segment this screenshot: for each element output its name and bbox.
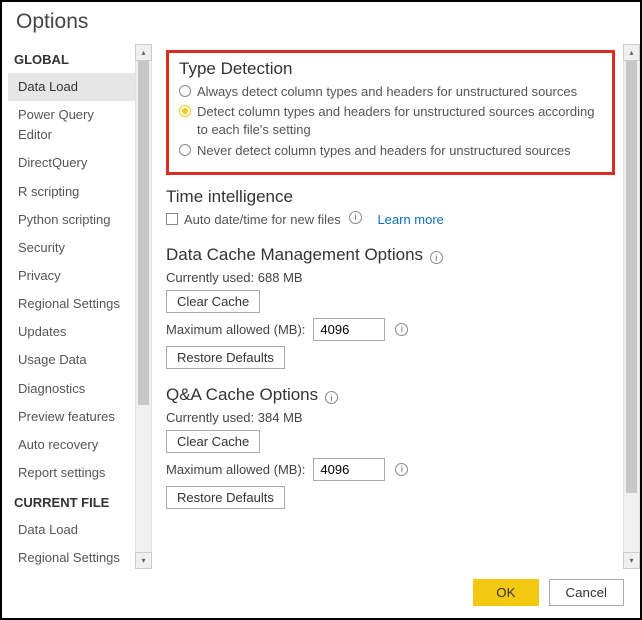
learn-more-link[interactable]: Learn more bbox=[377, 211, 443, 229]
cancel-button[interactable]: Cancel bbox=[549, 579, 625, 606]
sidebar-item-regional-settings[interactable]: Regional Settings bbox=[8, 290, 135, 318]
sidebar-item-privacy[interactable]: Privacy bbox=[8, 262, 135, 290]
data-cache-max-input[interactable] bbox=[313, 318, 385, 341]
sidebar-item-diagnostics[interactable]: Diagnostics bbox=[8, 375, 135, 403]
scroll-down-icon[interactable]: ▾ bbox=[135, 552, 152, 569]
type-detection-always-row[interactable]: Always detect column types and headers f… bbox=[179, 83, 602, 101]
sidebar: GLOBAL Data Load Power Query Editor Dire… bbox=[2, 44, 152, 569]
ok-button[interactable]: OK bbox=[473, 579, 538, 606]
section-header-global: GLOBAL bbox=[8, 44, 135, 73]
info-icon[interactable]: i bbox=[349, 211, 362, 224]
highlight-type-detection: Type Detection Always detect column type… bbox=[166, 50, 615, 175]
sidebar-item-label: Auto recovery bbox=[18, 437, 98, 452]
auto-date-time-row[interactable]: Auto date/time for new files i Learn mor… bbox=[166, 211, 615, 229]
sidebar-item-label: Privacy bbox=[18, 268, 61, 283]
section-title-data-cache: Data Cache Management Options i bbox=[166, 245, 615, 265]
section-title-text: Q&A Cache Options bbox=[166, 385, 318, 404]
type-detection-perfile-row[interactable]: Detect column types and headers for unst… bbox=[179, 103, 602, 139]
section-title-qa-cache: Q&A Cache Options i bbox=[166, 385, 615, 405]
sidebar-item-label: Python scripting bbox=[18, 212, 111, 227]
sidebar-item-updates[interactable]: Updates bbox=[8, 318, 135, 346]
scroll-up-icon[interactable]: ▴ bbox=[135, 44, 152, 61]
section-title-type-detection: Type Detection bbox=[179, 59, 602, 79]
sidebar-item-label: Security bbox=[18, 240, 65, 255]
data-cache-used: Currently used: 688 MB bbox=[166, 270, 615, 285]
restore-defaults-button[interactable]: Restore Defaults bbox=[166, 346, 285, 369]
sidebar-item-data-load[interactable]: Data Load bbox=[8, 73, 135, 101]
scroll-thumb[interactable] bbox=[138, 61, 149, 405]
clear-cache-button[interactable]: Clear Cache bbox=[166, 290, 260, 313]
sidebar-item-auto-recovery[interactable]: Auto recovery bbox=[8, 431, 135, 459]
max-label: Maximum allowed (MB): bbox=[166, 322, 305, 337]
scroll-track[interactable] bbox=[623, 61, 640, 552]
section-title-time-intelligence: Time intelligence bbox=[166, 187, 615, 207]
max-label: Maximum allowed (MB): bbox=[166, 462, 305, 477]
sidebar-item-label: Updates bbox=[18, 324, 66, 339]
sidebar-item-python-scripting[interactable]: Python scripting bbox=[8, 206, 135, 234]
content-wrap: Type Detection Always detect column type… bbox=[152, 44, 640, 569]
info-icon[interactable]: i bbox=[430, 251, 443, 264]
sidebar-item-r-scripting[interactable]: R scripting bbox=[8, 178, 135, 206]
radio-label: Detect column types and headers for unst… bbox=[197, 103, 602, 139]
options-dialog: Options GLOBAL Data Load Power Query Edi… bbox=[2, 2, 640, 618]
sidebar-item-label: Regional Settings bbox=[18, 550, 120, 565]
radio-icon[interactable] bbox=[179, 85, 191, 97]
sidebar-item-label: Preview features bbox=[18, 409, 115, 424]
scroll-track[interactable] bbox=[135, 61, 152, 552]
dialog-footer: OK Cancel bbox=[2, 569, 640, 618]
checkbox-icon[interactable] bbox=[166, 213, 178, 225]
scroll-up-icon[interactable]: ▴ bbox=[623, 44, 640, 61]
scroll-down-icon[interactable]: ▾ bbox=[623, 552, 640, 569]
sidebar-item-label: Diagnostics bbox=[18, 381, 85, 396]
sidebar-item-security[interactable]: Security bbox=[8, 234, 135, 262]
sidebar-item-report-settings[interactable]: Report settings bbox=[8, 459, 135, 487]
radio-label: Always detect column types and headers f… bbox=[197, 83, 577, 101]
qa-cache-used: Currently used: 384 MB bbox=[166, 410, 615, 425]
radio-label: Never detect column types and headers fo… bbox=[197, 142, 571, 160]
sidebar-item-label: Report settings bbox=[18, 465, 105, 480]
sidebar-item-usage-data[interactable]: Usage Data bbox=[8, 346, 135, 374]
section-data-cache: Data Cache Management Options i Currentl… bbox=[166, 245, 615, 369]
dialog-title: Options bbox=[2, 2, 640, 44]
sidebar-item-power-query-editor[interactable]: Power Query Editor bbox=[8, 101, 135, 149]
data-cache-max-row: Maximum allowed (MB): i bbox=[166, 318, 615, 341]
dialog-body: GLOBAL Data Load Power Query Editor Dire… bbox=[2, 44, 640, 569]
section-time-intelligence: Time intelligence Auto date/time for new… bbox=[166, 187, 615, 229]
info-icon[interactable]: i bbox=[325, 391, 338, 404]
sidebar-item-label: R scripting bbox=[18, 184, 79, 199]
sidebar-item-label: DirectQuery bbox=[18, 155, 87, 170]
info-icon[interactable]: i bbox=[395, 323, 408, 336]
sidebar-item-directquery[interactable]: DirectQuery bbox=[8, 149, 135, 177]
content-scrollbar[interactable]: ▴ ▾ bbox=[623, 44, 640, 569]
section-title-text: Data Cache Management Options bbox=[166, 245, 423, 264]
info-icon[interactable]: i bbox=[395, 463, 408, 476]
sidebar-scrollbar[interactable]: ▴ ▾ bbox=[135, 44, 152, 569]
qa-cache-max-row: Maximum allowed (MB): i bbox=[166, 458, 615, 481]
qa-clear-cache-button[interactable]: Clear Cache bbox=[166, 430, 260, 453]
section-header-current-file: CURRENT FILE bbox=[8, 487, 135, 516]
radio-icon[interactable] bbox=[179, 144, 191, 156]
sidebar-item-label: Data Load bbox=[18, 522, 78, 537]
sidebar-list: GLOBAL Data Load Power Query Editor Dire… bbox=[8, 44, 135, 569]
scroll-thumb[interactable] bbox=[626, 61, 637, 493]
checkbox-label: Auto date/time for new files bbox=[184, 211, 341, 229]
radio-icon[interactable] bbox=[179, 105, 191, 117]
qa-cache-max-input[interactable] bbox=[313, 458, 385, 481]
type-detection-never-row[interactable]: Never detect column types and headers fo… bbox=[179, 142, 602, 160]
content: Type Detection Always detect column type… bbox=[152, 44, 623, 569]
sidebar-item-label: Usage Data bbox=[18, 352, 87, 367]
sidebar-item-cf-regional-settings[interactable]: Regional Settings bbox=[8, 544, 135, 569]
sidebar-item-label: Power Query Editor bbox=[18, 107, 94, 142]
sidebar-item-cf-data-load[interactable]: Data Load bbox=[8, 516, 135, 544]
sidebar-item-preview-features[interactable]: Preview features bbox=[8, 403, 135, 431]
qa-restore-defaults-button[interactable]: Restore Defaults bbox=[166, 486, 285, 509]
sidebar-item-label: Data Load bbox=[18, 79, 78, 94]
section-qa-cache: Q&A Cache Options i Currently used: 384 … bbox=[166, 385, 615, 509]
sidebar-item-label: Regional Settings bbox=[18, 296, 120, 311]
